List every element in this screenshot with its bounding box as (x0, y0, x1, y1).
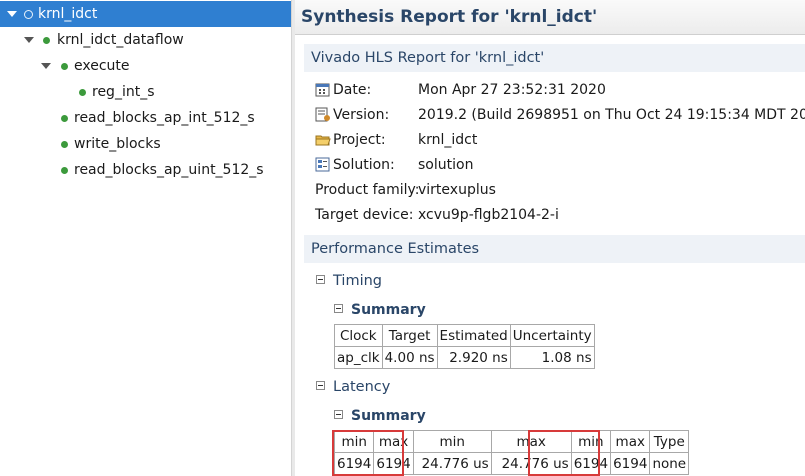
info-row-solution: Solution: solution (315, 153, 805, 178)
info-row-target-device: Target device: xcvu9p-flgb2104-2-i (315, 203, 805, 228)
table-cell: 24.776 us (412, 452, 492, 475)
latency-summary-toggle[interactable]: Summary (334, 405, 426, 427)
collapse-icon[interactable] (334, 410, 343, 419)
info-key-label: Project: (333, 132, 386, 148)
info-value: solution (418, 157, 474, 173)
info-value: virtexuplus (418, 182, 496, 198)
info-key-label: Target device: (315, 207, 414, 223)
collapse-icon[interactable] (316, 381, 325, 390)
latency-section-toggle[interactable]: Latency (316, 376, 390, 398)
module-icon (43, 37, 50, 44)
table-header-cell: Target (381, 324, 438, 347)
module-icon (79, 89, 86, 96)
tree-node-label: execute (74, 58, 130, 74)
collapse-icon[interactable] (334, 304, 343, 313)
timing-summary-label: Summary (351, 302, 426, 318)
module-icon (61, 167, 68, 174)
info-key-label: Date: (333, 82, 372, 98)
tree-node-dataflow[interactable]: krnl_idct_dataflow (0, 27, 291, 53)
table-header-cell: Uncertainty (509, 324, 595, 347)
performance-estimates-header: Performance Estimates (304, 235, 805, 263)
tree-node-root[interactable]: krnl_idct (0, 1, 291, 27)
table-cell: 4.00 ns (381, 346, 438, 369)
info-value: 2019.2 (Build 2698951 on Thu Oct 24 19:1… (418, 107, 805, 123)
module-icon (61, 115, 68, 122)
table-cell: 1.08 ns (509, 346, 595, 369)
expand-arrow-icon[interactable] (41, 63, 51, 69)
timing-summary-toggle[interactable]: Summary (334, 299, 426, 321)
collapse-icon[interactable] (316, 275, 325, 284)
module-icon (24, 10, 33, 19)
info-key-label: Product family: (315, 182, 420, 198)
table-cell: 2.920 ns (436, 346, 511, 369)
latency-label: Latency (333, 379, 391, 395)
tree-node-label: read_blocks_ap_int_512_s (74, 110, 255, 126)
table-header-cell: min (412, 430, 492, 453)
version-icon (315, 107, 330, 122)
table-cell: none (649, 452, 690, 475)
design-hierarchy-tree: krnl_idct krnl_idct_dataflow execute reg… (0, 0, 291, 476)
tree-node-label: reg_int_s (92, 84, 155, 100)
highlight-box-latency-cycles (332, 430, 404, 476)
module-icon (61, 63, 68, 70)
synthesis-report-panel: Synthesis Report for 'krnl_idct' Vivado … (295, 0, 805, 476)
tree-node-read-blocks-int[interactable]: read_blocks_ap_int_512_s (0, 105, 291, 131)
report-body: Vivado HLS Report for 'krnl_idct' Date: … (295, 36, 805, 476)
table-header-cell: max (610, 430, 651, 453)
table-header-cell: Estimated (436, 324, 511, 347)
tree-node-reg-int-s[interactable]: reg_int_s (0, 79, 291, 105)
timing-summary-table: Clock Target Estimated Uncertainty ap_cl… (334, 324, 595, 369)
solution-icon (315, 157, 330, 172)
table-cell: ap_clk (334, 346, 383, 369)
tree-node-label: krnl_idct_dataflow (57, 32, 184, 48)
info-row-date: Date: Mon Apr 27 23:52:31 2020 (315, 78, 805, 103)
calendar-icon (315, 83, 330, 97)
tree-node-label: read_blocks_ap_uint_512_s (74, 162, 264, 178)
tree-node-write-blocks[interactable]: write_blocks (0, 131, 291, 157)
info-value: krnl_idct (418, 132, 478, 148)
table-row: ap_clk 4.00 ns 2.920 ns 1.08 ns (334, 346, 595, 369)
table-header-row: Clock Target Estimated Uncertainty (334, 324, 595, 347)
info-row-project: Project: krnl_idct (315, 128, 805, 153)
tree-node-execute[interactable]: execute (0, 53, 291, 79)
expand-arrow-icon[interactable] (24, 37, 34, 43)
expand-arrow-icon[interactable] (7, 11, 17, 17)
folder-icon (315, 135, 331, 146)
info-value: xcvu9p-flgb2104-2-i (418, 207, 559, 223)
info-key-label: Solution: (333, 157, 395, 173)
report-header: Vivado HLS Report for 'krnl_idct' (304, 44, 805, 72)
info-value: Mon Apr 27 23:52:31 2020 (418, 82, 606, 98)
report-title: Synthesis Report for 'krnl_idct' (295, 0, 805, 35)
info-key-label: Version: (333, 107, 390, 123)
module-icon (61, 141, 68, 148)
timing-label: Timing (333, 273, 382, 289)
info-row-product-family: Product family: virtexuplus (315, 178, 805, 203)
latency-summary-label: Summary (351, 408, 426, 424)
highlight-box-interval-cycles (528, 430, 600, 476)
table-header-cell: Type (649, 430, 690, 453)
timing-section-toggle[interactable]: Timing (316, 270, 382, 292)
table-cell: 6194 (610, 452, 651, 475)
tree-node-read-blocks-uint[interactable]: read_blocks_ap_uint_512_s (0, 157, 291, 183)
table-header-cell: Clock (334, 324, 383, 347)
tree-node-label: write_blocks (74, 136, 161, 152)
info-row-version: Version: 2019.2 (Build 2698951 on Thu Oc… (315, 103, 805, 128)
tree-node-label: krnl_idct (38, 6, 98, 22)
